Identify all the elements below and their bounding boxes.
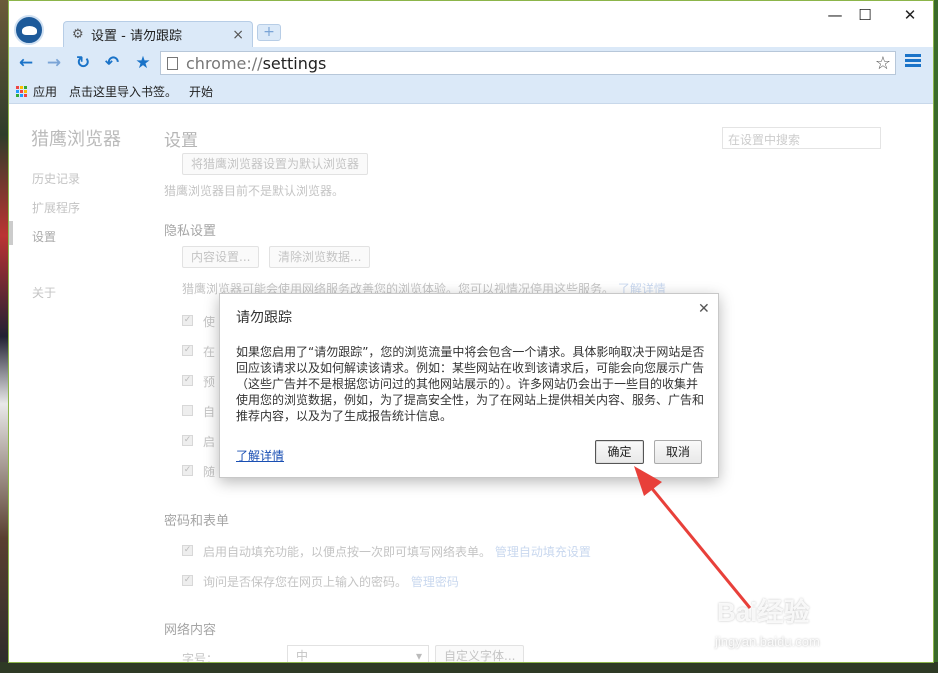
confirm-button[interactable]: 确定	[595, 440, 644, 464]
back-arrow-icon[interactable]: ←	[15, 52, 37, 74]
forward-arrow-icon[interactable]: →	[43, 52, 65, 74]
clear-browsing-data-button[interactable]: 清除浏览数据...	[269, 246, 371, 268]
privacy-checkbox-4[interactable]	[182, 405, 193, 416]
learn-more-link[interactable]: 了解详情	[236, 447, 284, 464]
privacy-item-1: 使	[203, 315, 216, 329]
privacy-checkbox-5[interactable]: ✓	[182, 435, 193, 446]
minimize-button[interactable]: —	[820, 5, 850, 25]
privacy-item-6: 随	[203, 465, 216, 479]
web-content-heading: 网络内容	[164, 623, 217, 638]
favorites-star-icon[interactable]: ★	[132, 52, 154, 74]
navigation-toolbar: ← → ↻ ↶ ★ chrome://settings ☆	[9, 47, 933, 79]
sidebar-item-history[interactable]: 历史记录	[32, 170, 80, 187]
url-text[interactable]: chrome://settings	[186, 54, 871, 73]
privacy-item-3: 预	[203, 375, 216, 389]
autofill-checkbox[interactable]: ✓	[182, 545, 193, 556]
address-bar[interactable]: chrome://settings ☆	[160, 51, 896, 75]
close-window-button[interactable]: ✕	[895, 5, 925, 25]
page-icon	[167, 56, 178, 70]
tab-settings[interactable]: ⚙ 设置 - 请勿跟踪 ×	[63, 21, 253, 47]
bookmark-start[interactable]: 开始	[189, 83, 213, 100]
save-password-checkbox[interactable]: ✓	[182, 575, 193, 586]
watermark-url: jingyan.baidu.com	[715, 634, 820, 649]
privacy-item-2: 在	[203, 345, 216, 359]
privacy-checkbox-2[interactable]: ✓	[182, 345, 193, 356]
settings-search-input[interactable]: 在设置中搜索	[722, 127, 881, 149]
cancel-button[interactable]: 取消	[654, 440, 702, 464]
privacy-heading: 隐私设置	[164, 224, 217, 239]
settings-page: 猎鹰浏览器 历史记录 扩展程序 设置 关于 设置 在设置中搜索 将猎鹰浏览器设置…	[9, 104, 933, 663]
bookmark-star-icon[interactable]: ☆	[871, 53, 895, 74]
browser-window: ⚙ 设置 - 请勿跟踪 × + — ☐ ✕ ← → ↻ ↶ ★ chrome:/…	[8, 0, 934, 663]
content-settings-button[interactable]: 内容设置...	[182, 246, 260, 268]
bookmark-import-link[interactable]: 点击这里导入书签。	[69, 83, 177, 100]
browser-logo-icon[interactable]	[14, 15, 44, 45]
desktop-background	[0, 0, 8, 673]
sidebar-item-settings[interactable]: 设置	[32, 228, 56, 245]
menu-icon[interactable]	[905, 54, 921, 70]
watermark-brand: Bai经验	[717, 597, 810, 627]
apps-grid-icon[interactable]	[16, 85, 27, 97]
save-password-setting: 询问是否保存您在网页上输入的密码。 管理密码	[203, 575, 459, 589]
passwords-heading: 密码和表单	[164, 514, 230, 529]
autofill-manage-link[interactable]: 管理自动填充设置	[495, 545, 591, 559]
watermark: Bai经验 jingyan.baidu.com	[705, 590, 925, 660]
desktop-taskbar-edge	[0, 662, 938, 673]
bookmark-apps[interactable]: 应用	[33, 83, 57, 100]
tab-close-icon[interactable]: ×	[232, 27, 244, 43]
sidebar-active-indicator	[9, 221, 13, 245]
close-icon[interactable]: ✕	[698, 301, 710, 317]
privacy-checkbox-3[interactable]: ✓	[182, 375, 193, 386]
page-title: 设置	[164, 131, 198, 151]
autofill-setting: 启用自动填充功能，以便点按一次即可填写网络表单。 管理自动填充设置	[203, 545, 591, 559]
maximize-button[interactable]: ☐	[850, 5, 880, 25]
privacy-checkbox-1[interactable]: ✓	[182, 315, 193, 326]
undo-close-tab-icon[interactable]: ↶	[101, 52, 123, 74]
privacy-item-4: 自	[203, 405, 216, 419]
new-tab-button[interactable]: +	[257, 24, 281, 41]
tab-title: 设置 - 请勿跟踪	[91, 29, 182, 44]
manage-passwords-link[interactable]: 管理密码	[411, 575, 459, 589]
custom-fonts-button[interactable]: 自定义字体...	[435, 645, 525, 662]
reload-icon[interactable]: ↻	[72, 52, 94, 74]
sidebar-brand: 猎鹰浏览器	[31, 129, 121, 150]
sidebar-item-about[interactable]: 关于	[32, 284, 56, 301]
default-browser-button[interactable]: 将猎鹰浏览器设置为默认浏览器	[182, 153, 369, 175]
dialog-title: 请勿跟踪	[236, 310, 292, 326]
privacy-checkbox-6[interactable]: ✓	[182, 465, 193, 476]
default-browser-status: 猎鹰浏览器目前不是默认浏览器。	[164, 184, 345, 198]
title-bar: ⚙ 设置 - 请勿跟踪 × + — ☐ ✕	[9, 1, 933, 47]
sidebar-item-extensions[interactable]: 扩展程序	[32, 199, 80, 216]
gear-icon: ⚙	[72, 27, 84, 42]
privacy-item-5: 启	[203, 435, 216, 449]
chevron-down-icon: ▾	[415, 649, 422, 663]
dialog-body: 如果您启用了“请勿跟踪”，您的浏览流量中将会包含一个请求。具体影响取决于网站是否…	[236, 345, 705, 423]
bookmarks-bar: 应用 点击这里导入书签。 开始	[9, 79, 933, 104]
font-size-select[interactable]: 中 ▾	[287, 645, 429, 663]
do-not-track-dialog: 请勿跟踪 ✕ 如果您启用了“请勿跟踪”，您的浏览流量中将会包含一个请求。具体影响…	[219, 293, 719, 478]
font-size-label: 字号：	[182, 652, 219, 663]
